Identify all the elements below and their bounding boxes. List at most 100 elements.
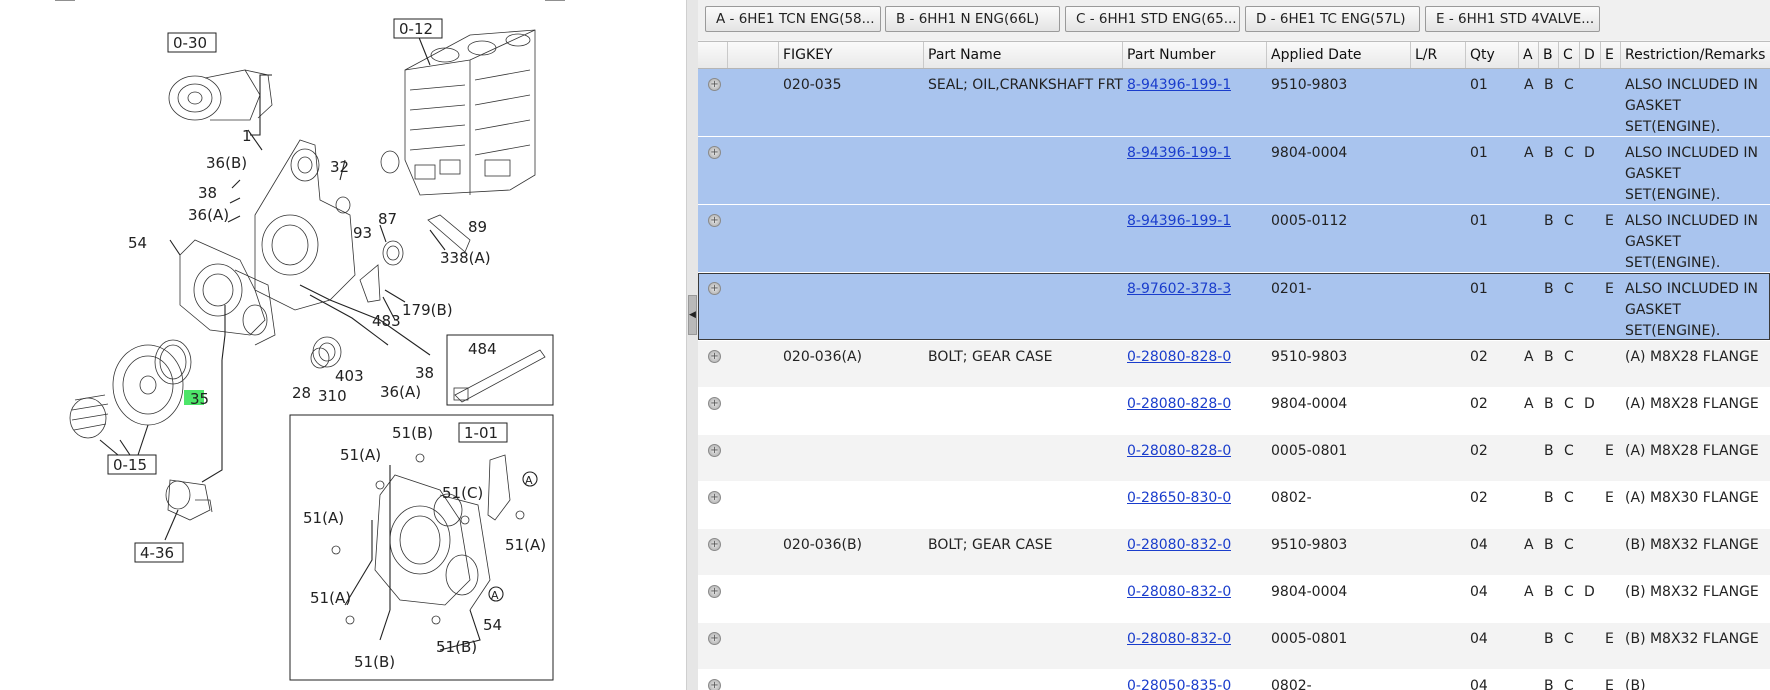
table-row[interactable]: +020-035 SEAL; OIL,CRANKSHAFT FRT 8-94396-… (698, 69, 1770, 156)
callout-93[interactable]: 93 (353, 224, 372, 242)
collapse-left-icon[interactable]: ◀ (688, 295, 697, 335)
expand-row-icon[interactable]: + (708, 679, 721, 690)
header-part-name[interactable]: Part Name (924, 42, 1123, 68)
callout-38-lower[interactable]: 38 (415, 364, 434, 382)
expand-row-icon[interactable]: + (708, 538, 721, 551)
callout-35[interactable]: 35 (190, 390, 209, 408)
callout-36a-lower[interactable]: 36(A) (380, 383, 421, 401)
part-number-link[interactable]: 8-97602-378-3 (1127, 281, 1231, 297)
callout-1[interactable]: 1 (242, 127, 252, 145)
callout-89[interactable]: 89 (468, 218, 487, 236)
callout-0-12[interactable]: 0-12 (393, 18, 443, 39)
expand-row-icon[interactable]: + (708, 397, 721, 410)
table-row[interactable]: +8-94396-199-1 9804-0004 01 A B C D ALSO INCLUD… (698, 137, 1770, 224)
table-row[interactable]: +020-036(A) BOLT; GEAR CASE 0-28080-828-0 9… (698, 341, 1770, 387)
cell-c: C (1564, 584, 1574, 600)
expand-row-icon[interactable]: + (708, 282, 721, 295)
expand-row-icon[interactable]: + (708, 214, 721, 227)
callout-36b[interactable]: 36(B) (206, 154, 247, 172)
table-row[interactable]: +0-28050-835-0 0802- 04 B C E (B) (698, 670, 1770, 690)
callout-28[interactable]: 28 (292, 384, 311, 402)
part-number-link[interactable]: 0-28080-832-0 (1127, 584, 1231, 600)
expand-row-icon[interactable]: + (708, 632, 721, 645)
table-row[interactable]: +8-97602-378-3 0201- 01 B C E ALSO INCLUDED IN… (698, 273, 1770, 360)
table-row[interactable]: +020-036(B) BOLT; GEAR CASE 0-28080-832-0 9… (698, 529, 1770, 575)
expand-row-icon[interactable]: + (708, 146, 721, 159)
part-number-link[interactable]: 0-28080-828-0 (1127, 396, 1231, 412)
engine-button-e[interactable]: E - 6HH1 STD 4VALVE... (1425, 6, 1600, 32)
callout-36a-upper[interactable]: 36(A) (188, 206, 229, 224)
inset-callout-54[interactable]: 54 (483, 616, 502, 634)
expand-row-icon[interactable]: + (708, 444, 721, 457)
cell-b: B (1544, 213, 1554, 229)
part-number-link[interactable]: 8-94396-199-1 (1127, 213, 1231, 229)
table-row[interactable]: +8-94396-199-1 0005-0112 01 B C E ALSO INCLUDE… (698, 205, 1770, 292)
table-row[interactable]: +0-28080-828-0 0005-0801 02 B C E (A) M8X28 FL… (698, 435, 1770, 481)
part-number-link[interactable]: 0-28650-830-0 (1127, 490, 1231, 506)
inset-callout-51a-bottom[interactable]: 51(A) (310, 589, 351, 607)
cell-qty: 02 (1470, 396, 1488, 412)
engine-button-a[interactable]: A - 6HE1 TCN ENG(58... (705, 6, 881, 32)
cell-part-number: 0-28080-828-0 (1127, 341, 1231, 368)
inset-callout-51a-left[interactable]: 51(A) (303, 509, 344, 527)
expand-row-icon[interactable]: + (708, 585, 721, 598)
expand-row-icon[interactable]: + (708, 491, 721, 504)
header-figkey[interactable]: FIGKEY (779, 42, 924, 68)
callout-87[interactable]: 87 (378, 210, 397, 228)
header-part-number[interactable]: Part Number (1123, 42, 1267, 68)
header-qty[interactable]: Qty (1466, 42, 1519, 68)
cell-remarks: (A) M8X28 FLANGE (1625, 396, 1759, 412)
cell-c: C (1564, 631, 1574, 647)
callout-1-01[interactable]: 1-01 (458, 422, 508, 443)
expand-row-icon[interactable]: + (708, 350, 721, 363)
expand-row-icon[interactable]: + (708, 78, 721, 91)
engine-button-c[interactable]: C - 6HH1 STD ENG(65... (1065, 6, 1240, 32)
header-lr[interactable]: L/R (1411, 42, 1466, 68)
inset-callout-51c[interactable]: 51(C) (442, 484, 483, 502)
header-a[interactable]: A (1519, 42, 1539, 68)
part-number-link[interactable]: 8-94396-199-1 (1127, 145, 1231, 161)
callout-32[interactable]: 32 (330, 158, 349, 176)
table-row[interactable]: +0-28080-828-0 9804-0004 02 A B C D (A) M8X28 F… (698, 388, 1770, 434)
inset-callout-51b-mid[interactable]: 51(B) (436, 638, 477, 656)
inset-callout-51a-right[interactable]: 51(A) (505, 536, 546, 554)
callout-38-upper[interactable]: 38 (198, 184, 217, 202)
table-row[interactable]: +0-28080-832-0 0005-0801 04 B C E (B) M8X32 FL… (698, 623, 1770, 669)
header-d[interactable]: D (1580, 42, 1601, 68)
callout-338a[interactable]: 338(A) (440, 249, 491, 267)
table-row[interactable]: +0-28080-832-0 9804-0004 04 A B C D (B) M8X32 F… (698, 576, 1770, 622)
pulley-drawing (69, 339, 192, 439)
header-c[interactable]: C (1559, 42, 1580, 68)
callout-0-15[interactable]: 0-15 (107, 454, 157, 475)
inset-callout-51b-top[interactable]: 51(B) (392, 424, 433, 442)
parts-diagram[interactable]: 0-30 0-12 0-15 4-36 1-01 484 1 32 36(B) … (0, 0, 686, 690)
callout-484[interactable]: 484 (468, 340, 497, 358)
header-applied-date[interactable]: Applied Date (1267, 42, 1411, 68)
part-number-link[interactable]: 0-28080-828-0 (1127, 349, 1231, 365)
callout-310[interactable]: 310 (318, 387, 347, 405)
callout-0-30[interactable]: 0-30 (167, 32, 217, 53)
inset-callout-51a-top[interactable]: 51(A) (340, 446, 381, 464)
callout-54[interactable]: 54 (128, 234, 147, 252)
part-number-link[interactable]: 0-28080-828-0 (1127, 443, 1231, 459)
cell-part-name: BOLT; GEAR CASE (928, 349, 1053, 365)
header-b[interactable]: B (1539, 42, 1559, 68)
header-remarks[interactable]: Restriction/Remarks (1621, 42, 1770, 68)
callout-4-36[interactable]: 4-36 (134, 542, 184, 563)
inset-callout-51b-bottom[interactable]: 51(B) (354, 653, 395, 671)
part-number-link[interactable]: 0-28050-835-0 (1127, 678, 1231, 690)
engine-button-b[interactable]: B - 6HH1 N ENG(66L) (885, 6, 1060, 32)
part-number-link[interactable]: 0-28080-832-0 (1127, 537, 1231, 553)
compressor-drawing (168, 69, 273, 121)
callout-483[interactable]: 483 (372, 312, 401, 330)
engine-button-d[interactable]: D - 6HE1 TC ENG(57L) (1245, 6, 1420, 32)
part-number-link[interactable]: 8-94396-199-1 (1127, 77, 1231, 93)
callout-179b[interactable]: 179(B) (402, 301, 453, 319)
header-e[interactable]: E (1601, 42, 1621, 68)
cell-b: B (1544, 584, 1554, 600)
cell-a: A (1524, 584, 1534, 600)
callout-403[interactable]: 403 (335, 367, 364, 385)
table-row[interactable]: +0-28650-830-0 0802- 02 B C E (A) M8X30 FLANGE (698, 482, 1770, 528)
part-number-link[interactable]: 0-28080-832-0 (1127, 631, 1231, 647)
parts-diagram-pane[interactable]: 0-30 0-12 0-15 4-36 1-01 484 1 32 36(B) … (0, 0, 686, 690)
